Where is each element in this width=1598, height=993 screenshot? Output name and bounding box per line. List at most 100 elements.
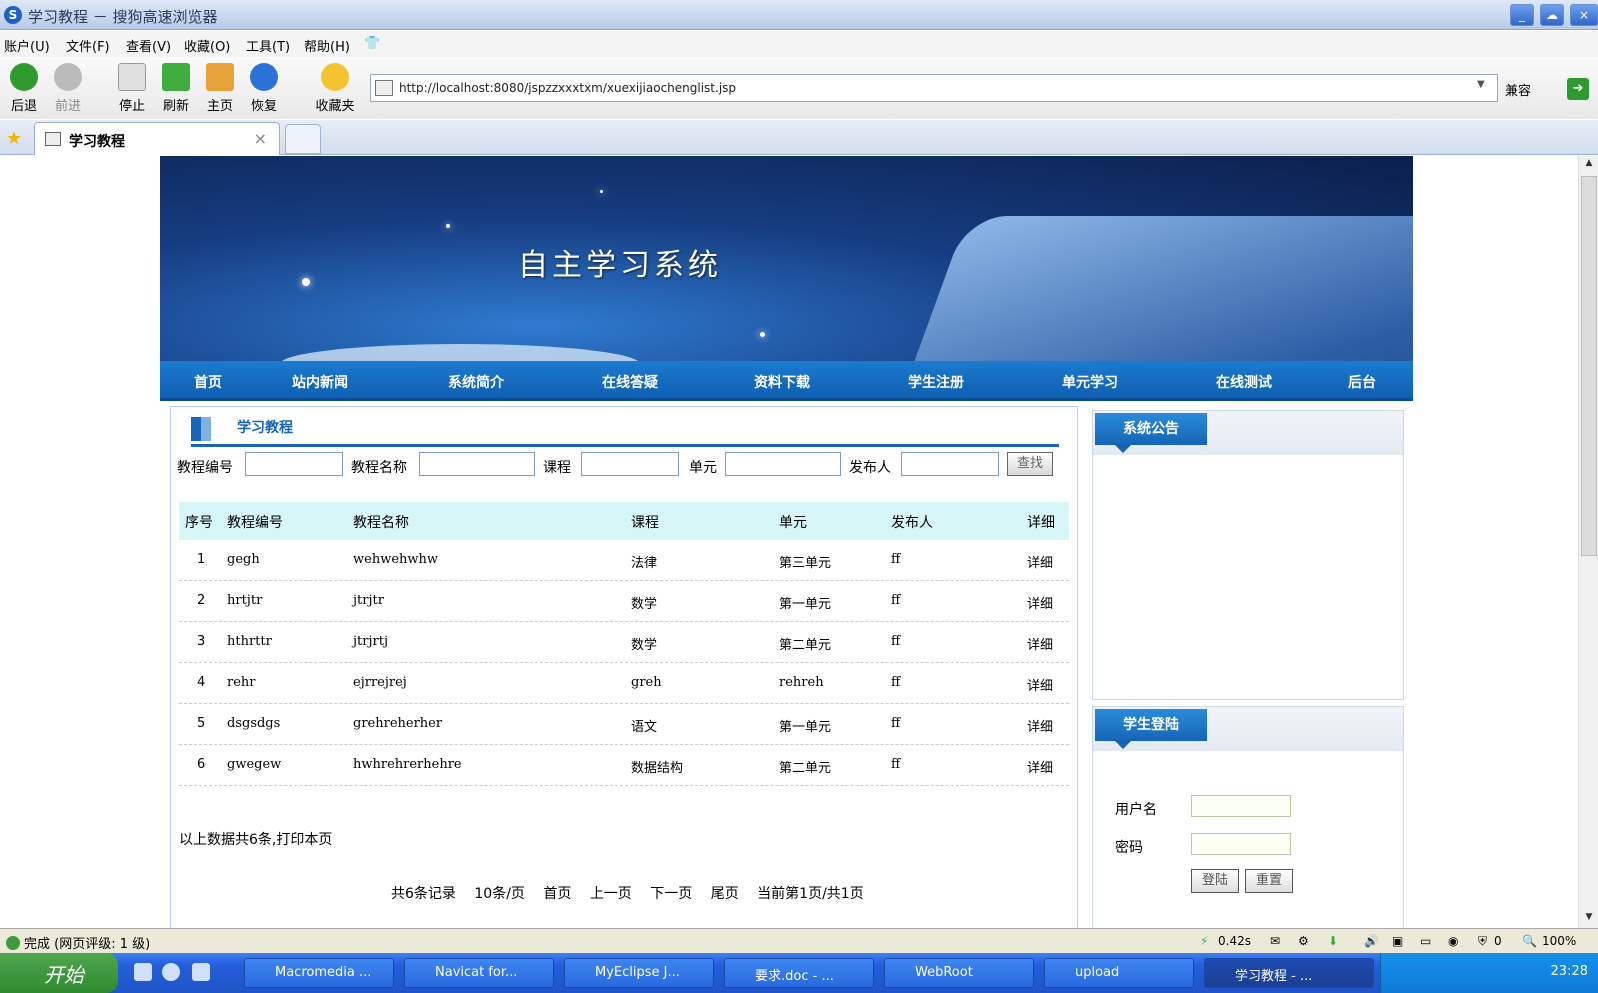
task-navicat[interactable]: Navicat for...	[404, 958, 554, 988]
shield-icon[interactable]: ⛨	[1478, 934, 1487, 949]
nav-downloads[interactable]: 资料下载	[754, 372, 810, 392]
plugin-icon[interactable]: ⚙	[1298, 934, 1309, 948]
skin-icon[interactable]: ◉	[1448, 934, 1458, 948]
detail-link[interactable]: 详细	[1027, 675, 1053, 694]
desktop-icon[interactable]	[134, 963, 152, 981]
refresh-button[interactable]: 刷新	[156, 63, 196, 114]
menu-favorites[interactable]: 收藏(O)	[184, 36, 230, 55]
detail-link[interactable]: 详细	[1027, 552, 1053, 571]
menu-tools[interactable]: 工具(T)	[246, 36, 290, 55]
nav-intro[interactable]: 系统简介	[448, 372, 504, 392]
stop-button[interactable]: 停止	[112, 63, 152, 114]
cell-id: rehr	[227, 675, 256, 690]
favorite-star-icon[interactable]: ★	[6, 128, 22, 149]
window-icon[interactable]: ▭	[1420, 934, 1431, 948]
nav-register[interactable]: 学生注册	[908, 372, 964, 392]
task-myeclipse[interactable]: MyEclipse J...	[564, 958, 714, 988]
forward-button[interactable]: 前进	[48, 63, 88, 114]
cell-id: gwegew	[227, 757, 282, 772]
vertical-scrollbar[interactable]: ▲ ▼	[1578, 156, 1598, 928]
table-row: 2 hrtjtr jtrjtr 数学 第一单元 ff 详细	[179, 581, 1069, 622]
scroll-thumb[interactable]	[1581, 176, 1597, 556]
cell-publisher: ff	[891, 552, 901, 567]
task-browser[interactable]: 学习教程 - ...	[1204, 958, 1374, 988]
address-url[interactable]: http://localhost:8080/jspzzxxxtxm/xuexij…	[399, 81, 736, 95]
search-course-input[interactable]	[581, 452, 679, 476]
cloud-icon[interactable]: ☁	[1540, 4, 1564, 26]
nav-online-test[interactable]: 在线测试	[1216, 372, 1272, 392]
pager-size: 10条/页	[474, 886, 525, 902]
search-publisher-input[interactable]	[901, 452, 999, 476]
zoom-icon[interactable]: 🔍	[1522, 934, 1537, 948]
nav-qa[interactable]: 在线答疑	[602, 372, 658, 392]
search-name-input[interactable]	[419, 452, 535, 476]
nav-unit-study[interactable]: 单元学习	[1062, 372, 1118, 392]
mail-icon[interactable]: ✉	[1270, 934, 1280, 948]
sogou-quick-icon[interactable]	[162, 963, 180, 981]
menu-account[interactable]: 账户(U)	[4, 36, 50, 55]
menu-file[interactable]: 文件(F)	[66, 36, 110, 55]
scroll-up-icon[interactable]: ▲	[1582, 158, 1596, 172]
site-title: 自主学习系统	[518, 248, 722, 283]
status-text[interactable]: 完成 (网页评级: 1 级)	[24, 937, 150, 952]
login-button[interactable]: 登陆	[1191, 869, 1239, 893]
detail-link[interactable]: 详细	[1027, 757, 1053, 776]
scroll-down-icon[interactable]: ▼	[1582, 912, 1596, 926]
blocked-count: 0	[1494, 934, 1502, 948]
address-bar[interactable]: http://localhost:8080/jspzzxxxtxm/xuexij…	[370, 74, 1498, 102]
minimize-button[interactable]: _	[1510, 4, 1534, 26]
go-arrow-icon[interactable]: ➜	[1567, 78, 1589, 100]
password-input[interactable]	[1191, 833, 1291, 855]
record-total[interactable]: 以上数据共6条,打印本页	[179, 829, 332, 849]
col-header-unit: 单元	[779, 515, 807, 531]
home-button[interactable]: 主页	[200, 63, 240, 114]
notice-title: 系统公告	[1095, 413, 1207, 453]
search-label-publisher: 发布人	[849, 460, 891, 476]
pager-first[interactable]: 首页	[543, 886, 571, 902]
task-word-doc[interactable]: 要求.doc - ...	[724, 958, 874, 988]
search-id-input[interactable]	[245, 452, 343, 476]
restore-button[interactable]: 恢复	[244, 63, 284, 114]
compat-mode-button[interactable]: 兼容	[1505, 80, 1531, 99]
tab-close-button[interactable]: ×	[254, 129, 267, 148]
cell-unit: 第二单元	[779, 761, 832, 776]
task-webroot[interactable]: WebRoot	[884, 958, 1034, 988]
detail-link[interactable]: 详细	[1027, 593, 1053, 612]
reset-button[interactable]: 重置	[1245, 869, 1293, 893]
page-viewport: 自主学习系统 首页 站内新闻 系统简介 在线答疑 资料下载 学生注册 单元学习 …	[0, 156, 1578, 928]
cell-publisher: ff	[891, 757, 901, 772]
nav-home[interactable]: 首页	[194, 372, 222, 392]
favorites-button[interactable]: 收藏夹	[308, 63, 362, 114]
tab-current[interactable]: 学习教程 ×	[34, 122, 280, 155]
volume-icon[interactable]: 🔊	[1364, 934, 1379, 948]
new-tab-button[interactable]	[285, 124, 321, 154]
username-input[interactable]	[1191, 795, 1291, 817]
back-button[interactable]: 后退	[4, 63, 44, 114]
back-arrow-icon	[10, 63, 38, 91]
login-header: 学生登陆	[1093, 707, 1403, 751]
pager-prev[interactable]: 上一页	[590, 886, 632, 902]
search-button[interactable]: 查找	[1007, 452, 1053, 476]
pager-last[interactable]: 尾页	[711, 886, 739, 902]
col-header-index: 序号	[185, 515, 213, 531]
task-upload[interactable]: upload	[1044, 958, 1194, 988]
notepad-icon[interactable]	[192, 963, 210, 981]
start-button[interactable]: 开始	[0, 953, 118, 993]
screenshot-icon[interactable]: ▣	[1392, 934, 1403, 948]
shirt-icon[interactable]: 👕	[364, 36, 380, 51]
pager-next[interactable]: 下一页	[650, 886, 692, 902]
detail-link[interactable]: 详细	[1027, 716, 1053, 735]
nav-news[interactable]: 站内新闻	[292, 372, 348, 392]
search-unit-input[interactable]	[725, 452, 841, 476]
chevron-down-icon[interactable]: ▼	[1477, 79, 1493, 97]
detail-link[interactable]: 详细	[1027, 634, 1053, 653]
nav-admin[interactable]: 后台	[1348, 372, 1376, 392]
cell-publisher: ff	[891, 675, 901, 690]
download-icon[interactable]: ⬇	[1328, 934, 1338, 948]
close-window-button[interactable]: ×	[1570, 4, 1598, 26]
task-macromedia[interactable]: Macromedia ...	[244, 958, 394, 988]
menu-help[interactable]: 帮助(H)	[304, 36, 350, 55]
main-nav: 首页 站内新闻 系统简介 在线答疑 资料下载 学生注册 单元学习 在线测试 后台	[160, 361, 1413, 401]
menu-view[interactable]: 查看(V)	[126, 36, 171, 55]
zoom-level[interactable]: 100%	[1542, 934, 1576, 948]
